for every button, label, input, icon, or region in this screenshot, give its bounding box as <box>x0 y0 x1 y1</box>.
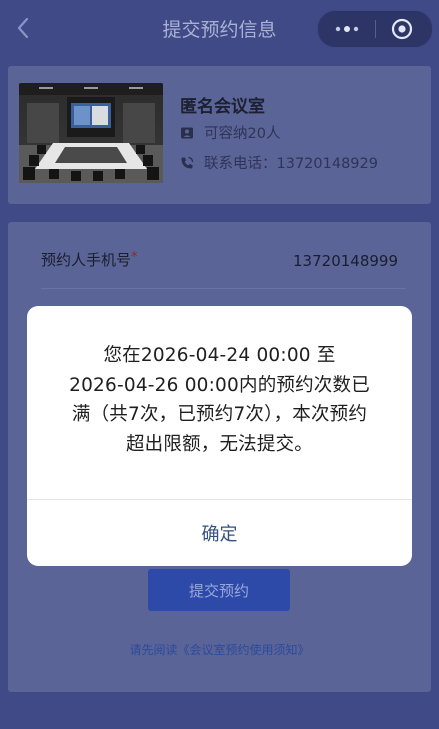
required-mark: * <box>131 250 138 265</box>
confirm-button[interactable]: 确定 <box>27 500 412 566</box>
room-photo <box>19 83 163 183</box>
phone-label-text: 预约人手机号 <box>41 251 132 269</box>
submit-booking-button[interactable]: 提交预约 <box>148 569 290 611</box>
phone-input[interactable]: 13720148999 <box>293 252 398 270</box>
room-name: 匿名会议室 <box>180 97 265 117</box>
usage-notice-link[interactable]: 请先阅读《会议室预约使用须知》 <box>8 641 431 658</box>
more-icon[interactable] <box>332 11 362 47</box>
phone-icon <box>180 155 194 169</box>
dialog-line: 超出限额，无法提交。 <box>125 433 313 455</box>
field-divider <box>41 288 406 289</box>
mini-program-capsule <box>317 10 433 48</box>
dialog-line: 您在2026-04-24 00:00 至 <box>103 345 336 366</box>
dialog-line: 2026-04-26 00:00内的预约次数已 <box>69 374 370 396</box>
contact-card-icon <box>180 125 194 139</box>
phone-label: 预约人手机号* <box>41 249 138 270</box>
capsule-divider <box>375 20 376 38</box>
close-miniprogram-icon[interactable] <box>390 17 414 41</box>
room-phone[interactable]: 联系电话：13720148929 <box>204 152 378 173</box>
alert-dialog: 您在2026-04-24 00:00 至 2026-04-26 00:00内的预… <box>27 306 412 566</box>
nav-bar: 提交预约信息 <box>0 0 439 58</box>
room-card[interactable]: 匿名会议室 可容纳20人 联系电话：13720148929 <box>8 66 431 204</box>
room-capacity: 可容纳20人 <box>204 126 281 142</box>
dialog-line: 满（共7次，已预约7次），本次预约 <box>71 404 368 425</box>
dialog-message: 您在2026-04-24 00:00 至 2026-04-26 00:00内的预… <box>53 341 386 459</box>
